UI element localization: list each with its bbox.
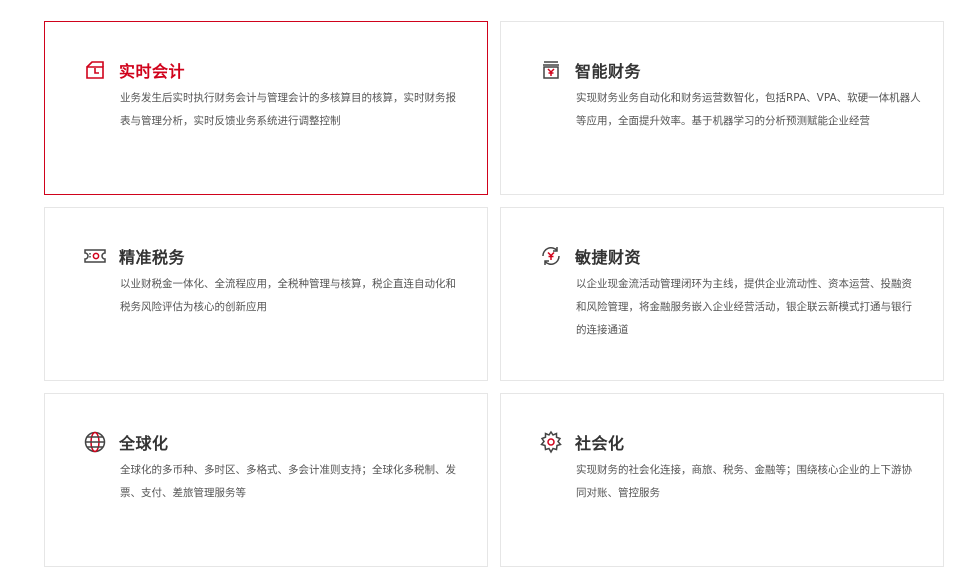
- card-header: 智能财务: [539, 58, 641, 82]
- card-description: 以企业现金流活动管理闭环为主线，提供企业流动性、资本运营、投融资和风险管理，将金…: [576, 278, 912, 336]
- tax-ticket-icon: [83, 244, 107, 268]
- card-description: 实现财务业务自动化和财务运营数智化，包括RPA、VPA、软硬一体机器人等应用，全…: [576, 92, 921, 127]
- globe-icon: [83, 430, 107, 454]
- card-description: 以业财税金一体化、全流程应用，全税种管理与核算，税企直连自动化和税务风险评估为核…: [120, 278, 456, 313]
- feature-card-globalization[interactable]: 全球化 全球化的多币种、多时区、多格式、多会计准则支持；全球化多税制、发票、支付…: [44, 393, 488, 567]
- card-description: 全球化的多币种、多时区、多格式、多会计准则支持；全球化多税制、发票、支付、差旅管…: [120, 464, 456, 499]
- gear-network-icon: [539, 430, 563, 454]
- card-title: 社会化: [575, 434, 625, 453]
- card-header: 社会化: [539, 430, 625, 454]
- card-header: 全球化: [83, 430, 169, 454]
- card-header: 实时会计: [83, 58, 185, 82]
- card-header: 精准税务: [83, 244, 185, 268]
- feature-card-smart-finance[interactable]: 智能财务 实现财务业务自动化和财务运营数智化，包括RPA、VPA、软硬一体机器人…: [500, 21, 944, 195]
- feature-card-agile-treasury[interactable]: 敏捷财资 以企业现金流活动管理闭环为主线，提供企业流动性、资本运营、投融资和风险…: [500, 207, 944, 381]
- card-title: 敏捷财资: [575, 248, 642, 267]
- calendar-clock-icon: [83, 58, 107, 82]
- card-header: 敏捷财资: [539, 244, 641, 268]
- feature-card-realtime-accounting[interactable]: 实时会计 业务发生后实时执行财务会计与管理会计的多核算目的核算，实时财务报表与管…: [44, 21, 488, 195]
- card-title: 精准税务: [119, 248, 186, 267]
- feature-grid: 实时会计 业务发生后实时执行财务会计与管理会计的多核算目的核算，实时财务报表与管…: [44, 21, 944, 567]
- card-description: 业务发生后实时执行财务会计与管理会计的多核算目的核算，实时财务报表与管理分析，实…: [120, 92, 456, 127]
- yen-cycle-icon: [539, 244, 563, 268]
- yen-register-icon: [539, 58, 563, 82]
- card-title: 全球化: [119, 434, 169, 453]
- feature-card-socialization[interactable]: 社会化 实现财务的社会化连接，商旅、税务、金融等；围绕核心企业的上下游协同对账、…: [500, 393, 944, 567]
- card-title: 实时会计: [119, 62, 186, 81]
- card-description: 实现财务的社会化连接，商旅、税务、金融等；围绕核心企业的上下游协同对账、管控服务: [576, 464, 912, 499]
- feature-card-precise-tax[interactable]: 精准税务 以业财税金一体化、全流程应用，全税种管理与核算，税企直连自动化和税务风…: [44, 207, 488, 381]
- card-title: 智能财务: [575, 62, 642, 81]
